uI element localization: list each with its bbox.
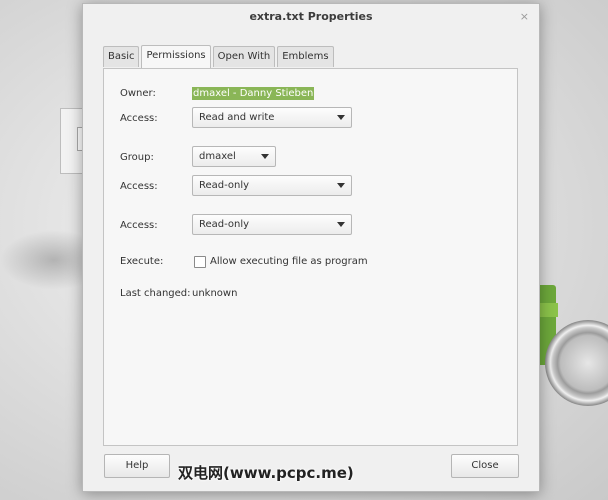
close-button[interactable]: Close [451,454,519,478]
tab-permissions[interactable]: Permissions [141,45,211,68]
execute-checkbox-label[interactable]: Allow executing file as program [210,256,368,267]
help-button[interactable]: Help [104,454,170,478]
owner-label: Owner: [120,88,156,99]
others-access-dropdown[interactable]: Read-only [192,214,352,235]
title-bar[interactable]: extra.txt Properties × [83,4,539,30]
group-label: Group: [120,152,154,163]
others-access-value: Read-only [199,219,250,230]
tab-open-with[interactable]: Open With [212,46,276,67]
owner-value[interactable]: dmaxel - Danny Stieben [192,87,315,100]
tab-bar: Basic Permissions Open With Emblems [103,45,336,68]
group-access-value: Read-only [199,180,250,191]
permissions-panel: Owner: dmaxel - Danny Stieben Access: Re… [103,68,518,446]
group-dropdown[interactable]: dmaxel [192,146,276,167]
tab-basic[interactable]: Basic [103,46,140,67]
properties-dialog: extra.txt Properties × Basic Permissions… [82,3,540,492]
owner-access-dropdown[interactable]: Read and write [192,107,352,128]
close-icon[interactable]: × [520,10,529,23]
execute-label: Execute: [120,256,164,267]
watermark-text: 双电网(www.pcpc.me) [178,464,354,482]
execute-checkbox[interactable] [194,256,206,268]
chevron-down-icon [337,183,345,188]
desktop-shadow [0,230,90,290]
group-access-label: Access: [120,181,158,192]
chevron-down-icon [337,115,345,120]
owner-access-value: Read and write [199,112,275,123]
window-title: extra.txt Properties [249,10,373,23]
chevron-down-icon [337,222,345,227]
others-access-label: Access: [120,220,158,231]
last-changed-label: Last changed: [120,288,191,299]
group-access-dropdown[interactable]: Read-only [192,175,352,196]
chevron-down-icon [261,154,269,159]
last-changed-value: unknown [192,288,238,299]
owner-access-label: Access: [120,113,158,124]
group-value: dmaxel [199,151,236,162]
tab-emblems[interactable]: Emblems [277,46,334,67]
